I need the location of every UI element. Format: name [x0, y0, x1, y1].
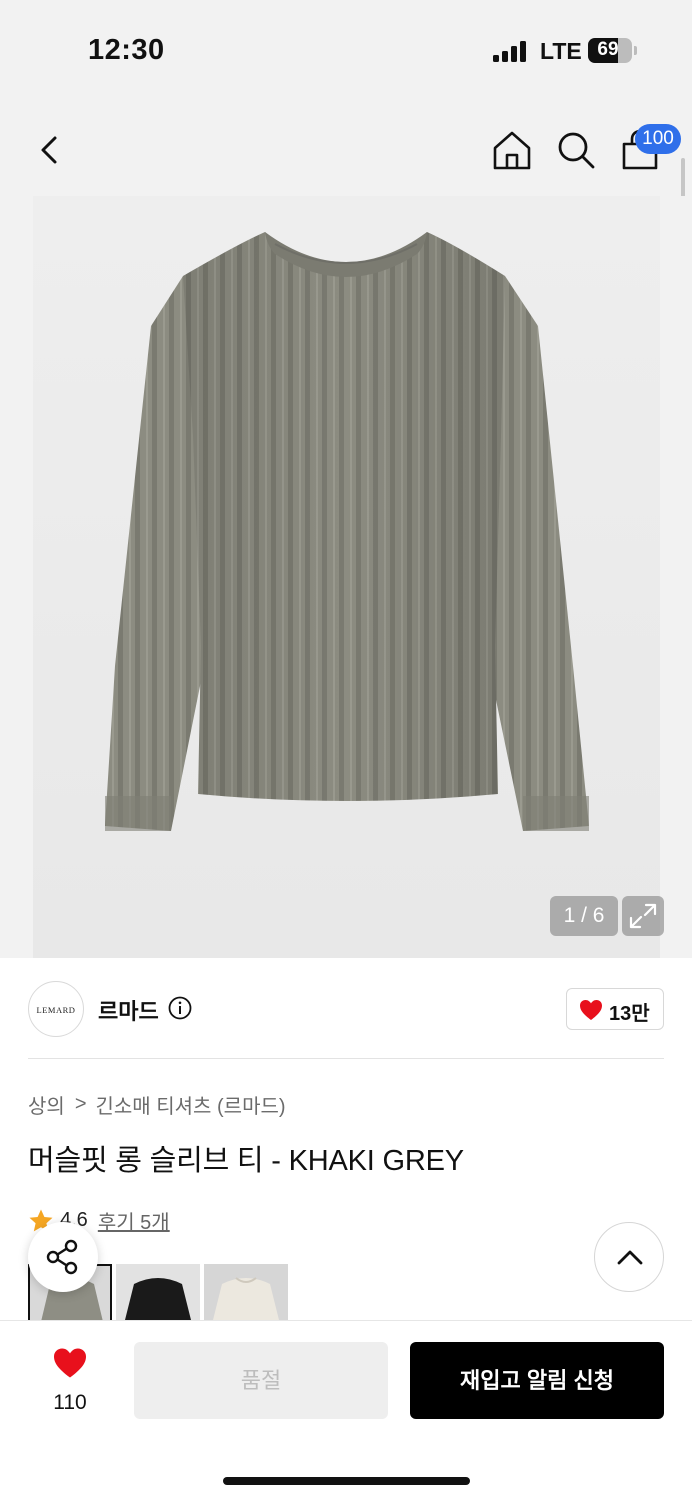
wishlist-button[interactable]: 110 — [40, 1347, 100, 1417]
image-counter: 1 / 6 — [550, 896, 618, 936]
heart-icon — [580, 1000, 602, 1020]
brand-like-button[interactable]: 13만 — [566, 988, 664, 1030]
home-icon — [493, 131, 531, 170]
chevron-left-icon — [41, 136, 57, 164]
review-link[interactable]: 후기 5개 — [98, 1206, 170, 1235]
brand-logo[interactable]: LEMARD — [28, 981, 84, 1037]
restock-alert-button[interactable]: 재입고 알림 신청 — [410, 1342, 664, 1419]
network-type: LTE — [540, 38, 582, 64]
home-indicator — [223, 1477, 470, 1485]
home-button[interactable] — [490, 128, 534, 172]
swatch-black[interactable] — [116, 1264, 200, 1324]
chevron-up-icon — [617, 1250, 643, 1265]
status-time: 12:30 — [88, 34, 165, 66]
back-button[interactable] — [30, 130, 70, 170]
swatch-black-image — [116, 1264, 200, 1324]
scroll-to-top-button[interactable] — [594, 1222, 664, 1292]
share-icon — [46, 1239, 78, 1275]
share-button[interactable] — [28, 1222, 98, 1292]
product-image-illustration — [105, 232, 589, 831]
brand-row[interactable]: LEMARD 르마드 13만 — [0, 958, 692, 1058]
signal-icon — [493, 40, 529, 62]
breadcrumb: 상의 > 긴소매 티셔츠 (르마드) — [28, 1090, 286, 1119]
battery-level: 69 — [597, 39, 619, 60]
heart-icon — [54, 1348, 86, 1378]
breadcrumb-separator: > — [74, 1093, 87, 1115]
bottom-action-bar: 110 품절 재입고 알림 신청 — [0, 1320, 692, 1500]
wishlist-count: 110 — [53, 1391, 87, 1414]
breadcrumb-item-subcategory[interactable]: 긴소매 티셔츠 (르마드) — [96, 1090, 286, 1119]
product-gallery[interactable]: 1 / 6 — [0, 196, 692, 958]
soldout-button[interactable]: 품절 — [134, 1342, 388, 1419]
battery-tip — [634, 46, 637, 55]
status-bar: 12:30 LTE 69 — [0, 0, 692, 100]
search-icon — [558, 132, 595, 169]
brand-like-count: 13만 — [609, 1003, 650, 1025]
search-button[interactable] — [554, 128, 598, 172]
info-icon[interactable] — [168, 996, 192, 1020]
expand-icon — [629, 903, 657, 929]
swatch-ivory-image — [204, 1264, 288, 1324]
battery-icon: 69 — [588, 38, 632, 63]
product-image[interactable] — [33, 196, 660, 958]
breadcrumb-item-category[interactable]: 상의 — [28, 1090, 65, 1119]
cart-count-badge: 100 — [635, 124, 681, 154]
product-title: 머슬핏 롱 슬리브 티 - KHAKI GREY — [28, 1145, 464, 1177]
brand-name[interactable]: 르마드 — [98, 994, 159, 1026]
expand-image-button[interactable] — [622, 896, 664, 936]
top-nav: 100 — [0, 100, 692, 196]
divider — [28, 1058, 664, 1059]
swatch-ivory[interactable] — [204, 1264, 288, 1324]
